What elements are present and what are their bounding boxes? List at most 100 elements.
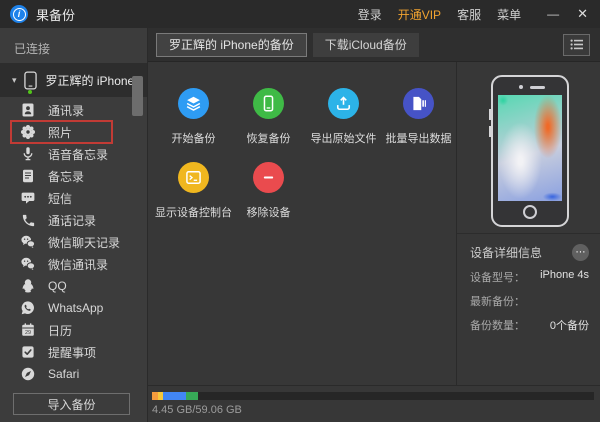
call-log-icon (20, 212, 36, 228)
sidebar-item-label: 微信通讯录 (48, 256, 108, 273)
storage-usage-bar (152, 392, 594, 400)
latest-backup-row: 最新备份： (470, 293, 589, 309)
voice-memo-icon (20, 146, 36, 162)
console-icon (178, 162, 209, 193)
backup-tab-bar: 罗正辉的 iPhone的备份 下载iCloud备份 (148, 28, 600, 62)
export-tray-icon (328, 88, 359, 119)
sms-icon (20, 190, 36, 206)
main-area: 罗正辉的 iPhone的备份 下载iCloud备份 开始备份 恢复备份 (147, 28, 600, 422)
phone-illustration-area (457, 62, 600, 233)
batch-export-data-button[interactable]: 批量导出数据 (386, 88, 452, 162)
more-options-icon[interactable]: ⋯ (572, 244, 589, 261)
remove-device-button[interactable]: 移除设备 (247, 162, 291, 236)
close-button[interactable]: ✕ (577, 6, 588, 22)
sidebar-item-call-history[interactable]: 通话记录 (0, 209, 147, 231)
sidebar-item-label: Safari (48, 367, 79, 381)
storage-segment (186, 392, 198, 400)
sidebar-item-label: QQ (48, 279, 67, 293)
login-button[interactable]: 登录 (358, 6, 382, 23)
sidebar-item-label: 备忘录 (48, 168, 84, 185)
sidebar-item-label: 微信聊天记录 (48, 234, 120, 251)
restore-backup-button[interactable]: 恢复备份 (247, 88, 291, 162)
sidebar-item-calendar[interactable]: 29 日历 (0, 319, 147, 341)
safari-icon (20, 366, 36, 382)
device-phone-icon (24, 71, 37, 90)
calendar-icon: 29 (20, 322, 36, 338)
wechat-chat-icon (20, 234, 36, 250)
sidebar-item-qq[interactable]: QQ (0, 275, 147, 297)
sidebar-item-whatsapp[interactable]: WhatsApp (0, 297, 147, 319)
device-online-dot (28, 90, 32, 94)
sidebar-item-voice-memos[interactable]: 语音备忘录 (0, 143, 147, 165)
vip-button[interactable]: 开通VIP (398, 6, 441, 23)
sidebar-scrollbar[interactable] (132, 76, 143, 116)
layers-icon (178, 88, 209, 119)
sidebar-item-label: WhatsApp (48, 301, 103, 315)
sidebar-item-label: 语音备忘录 (48, 146, 108, 163)
storage-footer: 4.45 GB/59.06 GB (148, 385, 600, 422)
sidebar: 已连接 ▾ 罗正辉的 iPhone 通讯录 照片 (0, 28, 147, 422)
device-details-title: 设备详细信息 (470, 244, 542, 261)
backup-list-button[interactable] (563, 34, 590, 56)
tab-device-backup[interactable]: 罗正辉的 iPhone的备份 (156, 33, 307, 57)
minimize-button[interactable]: — (547, 7, 559, 21)
device-name: 罗正辉的 iPhone (46, 72, 135, 89)
app-logo-icon: i (10, 5, 28, 23)
storage-segment (163, 392, 186, 400)
backup-count-row: 备份数量： 0个备份 (470, 317, 589, 333)
storage-usage-text: 4.45 GB/59.06 GB (152, 404, 594, 416)
start-backup-button[interactable]: 开始备份 (172, 88, 216, 162)
sidebar-item-wechat-chats[interactable]: 微信聊天记录 (0, 231, 147, 253)
sidebar-item-label: 照片 (48, 124, 72, 141)
actions-grid: 开始备份 恢复备份 导出原始文件 批量导出数据 (148, 62, 456, 385)
sidebar-item-reminders[interactable]: 提醒事项 (0, 341, 147, 363)
photos-icon (20, 124, 36, 140)
list-view-icon (570, 39, 584, 50)
notes-icon (20, 168, 36, 184)
wechat-contacts-icon (20, 256, 36, 272)
phone-wallpaper (498, 95, 562, 201)
qq-icon (20, 278, 36, 294)
device-panel: 设备详细信息 ⋯ 设备型号： iPhone 4s 最新备份： 备份数量： (456, 62, 600, 385)
tab-icloud-backup[interactable]: 下载iCloud备份 (313, 33, 419, 57)
app-window: i 果备份 登录 开通VIP 客服 菜单 — ✕ 已连接 ▾ 罗正辉的 iPho… (0, 0, 600, 422)
iphone-illustration (491, 75, 569, 227)
sidebar-item-notes[interactable]: 备忘录 (0, 165, 147, 187)
export-original-files-button[interactable]: 导出原始文件 (311, 88, 377, 162)
sidebar-item-contacts[interactable]: 通讯录 (0, 99, 147, 121)
support-button[interactable]: 客服 (457, 6, 481, 23)
app-title: 果备份 (36, 5, 75, 24)
main-content: 开始备份 恢复备份 导出原始文件 批量导出数据 (148, 62, 600, 385)
import-backup-button[interactable]: 导入备份 (13, 393, 130, 415)
window-body: 已连接 ▾ 罗正辉的 iPhone 通讯录 照片 (0, 28, 600, 422)
sidebar-item-label: 日历 (48, 322, 72, 339)
sidebar-item-safari[interactable]: Safari (0, 363, 147, 385)
device-row[interactable]: ▾ 罗正辉的 iPhone (0, 63, 147, 97)
show-device-console-button[interactable]: 显示设备控制台 (155, 162, 232, 236)
sidebar-item-photos[interactable]: 照片 (0, 121, 147, 143)
sidebar-item-label: 通话记录 (48, 212, 96, 229)
contacts-icon (20, 102, 36, 118)
minus-icon (253, 162, 284, 193)
svg-text:29: 29 (25, 330, 31, 336)
device-details-section: 设备详细信息 ⋯ 设备型号： iPhone 4s 最新备份： 备份数量： (457, 233, 600, 333)
sidebar-nav: 通讯录 照片 语音备忘录 备忘录 短信 (0, 99, 147, 385)
expand-arrow-icon[interactable]: ▾ (12, 75, 17, 86)
phone-camera-dot (519, 85, 523, 89)
menu-button[interactable]: 菜单 (497, 6, 521, 23)
title-bar: i 果备份 登录 开通VIP 客服 菜单 — ✕ (0, 0, 600, 28)
connected-label: 已连接 (0, 28, 147, 63)
sidebar-item-label: 通讯录 (48, 102, 84, 119)
sidebar-item-label: 短信 (48, 190, 72, 207)
sidebar-item-sms[interactable]: 短信 (0, 187, 147, 209)
phone-home-button (523, 205, 537, 219)
sidebar-item-label: 提醒事项 (48, 344, 96, 361)
phone-restore-icon (253, 88, 284, 119)
phone-side-buttons (489, 109, 491, 120)
batch-export-icon (403, 88, 434, 119)
sidebar-item-wechat-contacts[interactable]: 微信通讯录 (0, 253, 147, 275)
reminders-icon (20, 344, 36, 360)
device-model-row: 设备型号： iPhone 4s (470, 269, 589, 285)
phone-speaker (530, 86, 545, 89)
whatsapp-icon (20, 300, 36, 316)
